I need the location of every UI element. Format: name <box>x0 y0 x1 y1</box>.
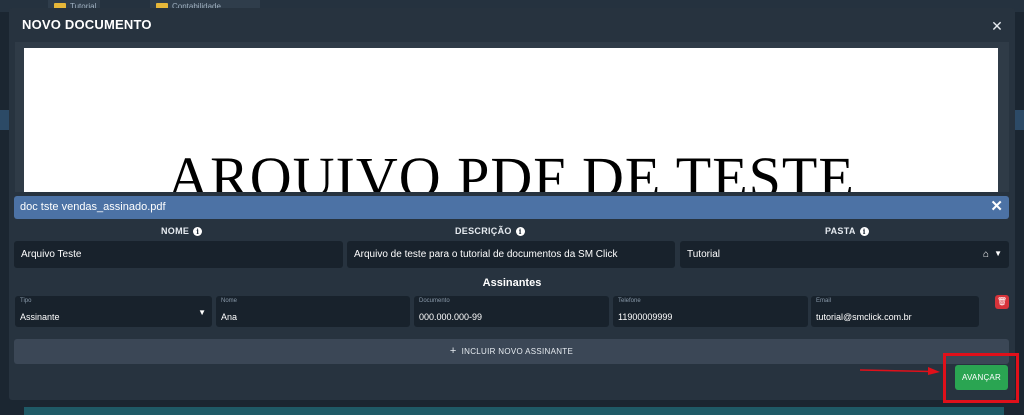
selected-file-bar: doc tste vendas_assinado.pdf ✕ <box>14 196 1009 219</box>
signer-type-select[interactable]: Tipo Assinante ▼ <box>15 296 212 327</box>
chevron-down-icon: ▼ <box>994 249 1002 258</box>
signers-title: Assinantes <box>482 277 542 289</box>
signer-name-input[interactable]: Nome Ana <box>216 296 410 327</box>
info-icon[interactable]: i <box>193 226 203 236</box>
folder-column-label: PASTA i <box>825 226 869 236</box>
plus-icon: + <box>449 345 457 357</box>
background-footer-bar <box>24 407 1004 415</box>
folder-select[interactable]: Tutorial ⌂ ▼ <box>680 241 1009 268</box>
close-icon[interactable]: ✕ <box>989 18 1005 34</box>
modal-title: NOVO DOCUMENTO <box>22 17 152 32</box>
pdf-page-text: ARQUIVO PDF DE TESTE <box>167 145 855 192</box>
signer-phone-input[interactable]: Telefone 11900009999 <box>613 296 808 327</box>
new-document-modal: NOVO DOCUMENTO ✕ ARQUIVO PDF DE TESTE do… <box>9 8 1015 400</box>
pdf-preview[interactable]: ARQUIVO PDF DE TESTE <box>15 42 1009 192</box>
description-column-label: DESCRIÇÃO i <box>455 226 525 236</box>
signer-email-input[interactable]: Email tutorial@smclick.com.br <box>811 296 979 327</box>
pdf-page: ARQUIVO PDF DE TESTE <box>24 48 998 192</box>
background-panel-edge <box>1014 110 1024 130</box>
modal-header: NOVO DOCUMENTO ✕ <box>9 8 1015 40</box>
description-input[interactable]: Arquivo de teste para o tutorial de docu… <box>347 241 675 268</box>
file-name: doc tste vendas_assinado.pdf <box>20 201 166 213</box>
info-icon[interactable]: i <box>515 226 525 236</box>
chevron-down-icon: ▼ <box>198 308 206 317</box>
signer-row: Tipo Assinante ▼ Nome Ana Documento 000.… <box>14 293 1009 329</box>
home-icon: ⌂ <box>982 249 989 260</box>
remove-file-icon[interactable]: ✕ <box>990 198 1003 216</box>
add-signer-button[interactable]: + INCLUIR NOVO ASSINANTE <box>14 339 1009 364</box>
annotation-arrow <box>860 367 940 375</box>
name-column-label: NOME i <box>161 226 203 236</box>
advance-button[interactable]: AVANÇAR <box>955 365 1008 390</box>
name-input[interactable]: Arquivo Teste <box>14 241 343 268</box>
info-icon[interactable]: i <box>859 226 869 236</box>
signer-document-input[interactable]: Documento 000.000.000-99 <box>414 296 609 327</box>
trash-icon[interactable]: 🗑 <box>995 295 1009 309</box>
